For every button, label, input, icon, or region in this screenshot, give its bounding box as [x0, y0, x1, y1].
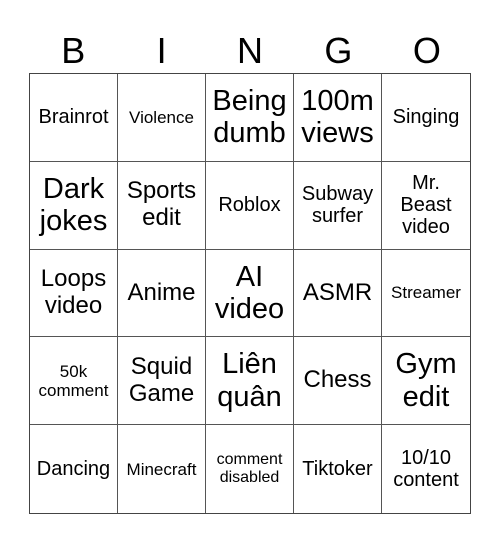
header-letter-i: I [156, 30, 167, 71]
bingo-cell-text: Mr. Beast video [400, 171, 452, 239]
bingo-cell-text: Being dumb [212, 84, 287, 150]
bingo-cell-text: 50k comment [38, 361, 109, 400]
bingo-cell-text: Chess [303, 366, 372, 394]
bingo-cell-text: Violence [129, 107, 194, 127]
bingo-cell[interactable]: Streamer [382, 250, 470, 338]
bingo-cell-text: Roblox [218, 194, 281, 216]
bingo-cell[interactable]: Minecraft [118, 425, 206, 513]
bingo-cell[interactable]: 50k comment [30, 337, 118, 426]
bingo-cell-text: Squid Game [128, 352, 195, 407]
header-letter-b: B [61, 30, 86, 71]
bingo-cell[interactable]: Loops video [30, 249, 118, 338]
bingo-cell-text: Dancing [36, 457, 111, 480]
header-letter-g: G [324, 30, 353, 71]
bingo-cell-text: Gym edit [395, 348, 457, 413]
bingo-cell-text: Minecraft [126, 459, 197, 479]
bingo-cell[interactable]: AI video [206, 249, 294, 338]
bingo-cell-text: Singing [392, 106, 460, 129]
bingo-cell-text: Subway surfer [301, 182, 374, 228]
bingo-cell[interactable]: Roblox [206, 161, 294, 250]
bingo-cell[interactable]: Squid Game [118, 337, 206, 426]
bingo-cell[interactable]: Liên quân [206, 337, 294, 426]
bingo-cell[interactable]: Brainrot [30, 74, 118, 162]
bingo-cell[interactable]: 10/10 content [382, 425, 470, 513]
bingo-cell[interactable]: Dark jokes [30, 161, 118, 250]
bingo-cell[interactable]: Singing [382, 74, 470, 162]
bingo-cell-text: 10/10 content [393, 446, 459, 492]
bingo-cell-text: Tiktoker [302, 457, 373, 480]
bingo-cell-text: Streamer [391, 283, 461, 303]
bingo-cell-text: Loops video [40, 265, 107, 319]
bingo-cell[interactable]: Subway surfer [294, 161, 382, 250]
bingo-cell[interactable]: Mr. Beast video [382, 162, 470, 250]
bingo-cell[interactable]: comment disabled [206, 425, 294, 513]
bingo-cell[interactable]: Dancing [30, 425, 118, 513]
header-letter-n: N [237, 30, 264, 71]
bingo-cell[interactable]: Being dumb [206, 74, 294, 162]
bingo-cell-text: Sports edit [126, 177, 197, 232]
bingo-grid: Brainrot Violence Being dumb 100m views Sing… [29, 73, 471, 514]
bingo-cell[interactable]: Anime [118, 249, 206, 338]
bingo-cell-text: ASMR [302, 278, 373, 306]
bingo-cell-text: Brainrot [38, 106, 109, 129]
bingo-cell-text: Liên quân [217, 348, 282, 413]
bingo-cell[interactable]: Violence [118, 74, 206, 162]
bingo-cell-text: comment disabled [216, 451, 283, 487]
bingo-cell[interactable]: 100m views [294, 74, 382, 162]
bingo-cell-text: 100m views [301, 84, 374, 150]
bingo-cell-text: Anime [127, 278, 196, 306]
bingo-cell[interactable]: Tiktoker [294, 425, 382, 513]
bingo-cell[interactable]: Gym edit [382, 337, 470, 426]
bingo-cell-text: AI video [214, 260, 285, 325]
bingo-cell[interactable]: ASMR [294, 249, 382, 338]
bingo-cell[interactable]: Chess [294, 337, 382, 426]
bingo-cell-text: Dark jokes [39, 172, 108, 238]
bingo-cell[interactable]: Sports edit [118, 161, 206, 250]
bingo-header: B I N G O [29, 30, 471, 72]
header-letter-o: O [412, 30, 441, 71]
